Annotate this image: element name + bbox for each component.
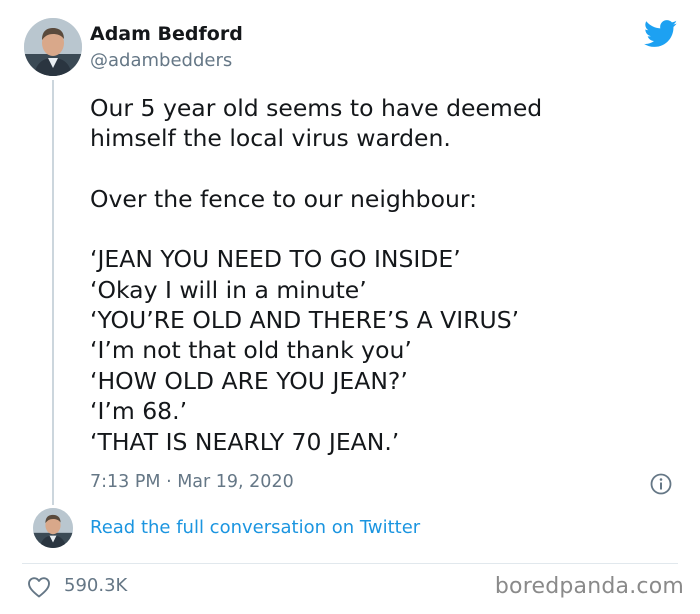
tweet-line: Our 5 year old seems to have deemed bbox=[90, 94, 543, 122]
tweet-text: Our 5 year old seems to have deemed hims… bbox=[90, 93, 670, 457]
tweet-line: Over the fence to our neighbour: bbox=[90, 184, 478, 213]
avatar-photo bbox=[33, 508, 73, 548]
tweet-line: ‘HOW OLD ARE YOU JEAN?’ bbox=[90, 366, 408, 395]
avatar-photo bbox=[24, 18, 82, 76]
like-count: 590.3K bbox=[64, 575, 128, 596]
display-name[interactable]: Adam Bedford bbox=[90, 23, 243, 45]
avatar[interactable] bbox=[24, 18, 82, 76]
watermark: boredpanda.com bbox=[494, 574, 684, 599]
avatar-small[interactable] bbox=[33, 508, 73, 548]
tweet-line: ‘I’m 68.’ bbox=[90, 397, 188, 426]
twitter-bird-icon[interactable] bbox=[644, 20, 678, 48]
tweet-line: ‘THAT IS NEARLY 70 JEAN.’ bbox=[90, 427, 400, 456]
tweet-line: ‘I’m not that old thank you’ bbox=[90, 336, 412, 365]
divider bbox=[22, 563, 678, 564]
user-handle[interactable]: @adambedders bbox=[90, 50, 232, 71]
tweet-line: ‘YOU’RE OLD AND THERE’S A VIRUS’ bbox=[90, 306, 520, 335]
heart-icon[interactable] bbox=[27, 576, 51, 598]
read-conversation-link[interactable]: Read the full conversation on Twitter bbox=[90, 517, 420, 538]
info-icon[interactable] bbox=[650, 473, 672, 495]
tweet-line: ‘JEAN YOU NEED TO GO INSIDE’ bbox=[90, 245, 461, 274]
tweet-line: himself the local virus warden. bbox=[90, 124, 451, 153]
thread-line bbox=[52, 80, 54, 505]
tweet-line: ‘Okay I will in a minute’ bbox=[90, 275, 367, 304]
tweet-timestamp[interactable]: 7:13 PM · Mar 19, 2020 bbox=[90, 472, 294, 492]
